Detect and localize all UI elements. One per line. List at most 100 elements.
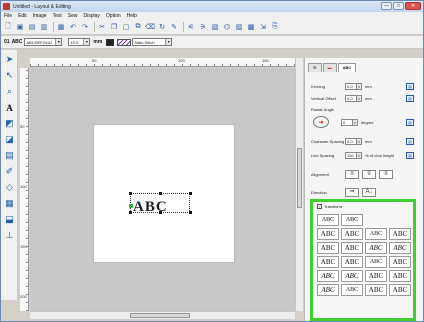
select-arrow-icon[interactable]: ➤ <box>3 53 16 66</box>
menu-sew[interactable]: Sew <box>68 13 78 19</box>
menu-display[interactable]: Display <box>84 13 100 19</box>
menu-image[interactable]: Image <box>33 13 47 19</box>
image-icon[interactable]: ▧ <box>210 22 220 32</box>
transform-toggle[interactable]: ✓ Transform <box>317 204 342 209</box>
save-file-icon[interactable]: ▤ <box>27 22 37 32</box>
transform-option-compress[interactable]: ABC <box>317 242 339 254</box>
menu-option[interactable]: Option <box>106 13 121 19</box>
import-tool-icon[interactable]: ⬓ <box>3 213 16 226</box>
open-file-icon[interactable]: ▣ <box>15 22 25 32</box>
cut-icon[interactable]: ✂ <box>97 22 107 32</box>
outline-tool-icon[interactable]: ◪ <box>3 133 16 146</box>
transform-option-rise[interactable]: ABC <box>317 270 339 282</box>
rotate-angle-input[interactable]: 0 <box>341 118 353 126</box>
user-tool-icon[interactable]: ⊥ <box>3 229 16 242</box>
line-spacing-apply-icon[interactable]: ▤ <box>406 152 414 159</box>
shape-tool-icon[interactable]: ◩ <box>3 117 16 130</box>
duplicate-icon[interactable]: ⧉ <box>133 22 143 32</box>
kerning-apply-icon[interactable]: ▤ <box>406 83 414 90</box>
transform-option-pinch[interactable]: ABC <box>365 256 387 268</box>
transform-option-contract[interactable]: ABC <box>389 284 411 296</box>
resize-handle[interactable] <box>129 192 132 195</box>
menu-text[interactable]: Text <box>53 13 62 19</box>
paste-icon[interactable]: ▢ <box>121 22 131 32</box>
transform-option-fall[interactable]: ABC <box>341 270 363 282</box>
transform-option-slant[interactable]: ABC <box>365 242 387 254</box>
size-select[interactable]: 10.0 ▾ <box>68 38 91 46</box>
brush-icon[interactable]: ✎ <box>169 22 179 32</box>
transform-option-boxed[interactable]: ABC <box>341 228 363 240</box>
color-swatch-icon[interactable] <box>106 38 115 46</box>
line-spacing-input[interactable]: 100 <box>345 152 357 159</box>
transform-option-wave[interactable]: ABC <box>365 228 387 240</box>
eraser-tool-icon[interactable]: ◇ <box>3 181 16 194</box>
vertical-scroll-thumb[interactable] <box>297 148 302 208</box>
char-spacing-stepper[interactable]: ⇕ <box>357 138 362 145</box>
print-icon[interactable]: ▦ <box>56 22 66 32</box>
line-spacing-stepper[interactable]: ⇕ <box>357 152 362 159</box>
menu-file[interactable]: File <box>4 13 12 19</box>
transform-option-flag[interactable]: ABC <box>365 270 387 282</box>
redo-icon[interactable]: ↷ <box>80 22 90 32</box>
wizard-icon[interactable]: ⌬ <box>222 22 232 32</box>
transform-option-expand[interactable]: ABC <box>365 284 387 296</box>
direction-vertical-icon[interactable]: A↓ <box>362 188 376 197</box>
transform-option-stretch[interactable]: ABC <box>341 242 363 254</box>
transform-checkbox[interactable]: ✓ <box>317 204 322 209</box>
maximize-button[interactable]: □ <box>393 2 404 10</box>
stamp-tool-icon[interactable]: ▤ <box>3 149 16 162</box>
grid-tool-icon[interactable]: ▦ <box>3 197 16 210</box>
grid-icon[interactable]: ▩ <box>246 22 256 32</box>
tab-text-attributes[interactable]: ABC <box>337 63 357 72</box>
transform-option-skew[interactable]: ABC <box>317 284 339 296</box>
stitch-icon[interactable]: ⚟ <box>186 22 196 32</box>
transform-option-normal[interactable]: ABC <box>317 228 339 240</box>
card-icon[interactable]: ⎘ <box>270 22 280 32</box>
char-spacing-input[interactable]: 0.0 <box>345 138 357 145</box>
vertical-offset-input[interactable]: 0.0 <box>345 95 357 102</box>
menu-edit[interactable]: Edit <box>18 13 27 19</box>
transform-option-square[interactable]: ABC <box>317 256 339 268</box>
view-icon[interactable]: ▨ <box>234 22 244 32</box>
stitch-select[interactable]: Satin Stitch ▾ <box>132 38 173 46</box>
design-canvas[interactable]: ABC <box>30 68 295 311</box>
text-tool-icon[interactable]: A <box>3 101 16 114</box>
resize-handle[interactable] <box>159 192 162 195</box>
resize-handle[interactable] <box>189 192 192 195</box>
transform-option-arch-reverse[interactable]: ABC <box>341 214 363 226</box>
kerning-input[interactable]: 0.0 <box>345 83 357 90</box>
transfer-icon[interactable]: ⇲ <box>258 22 268 32</box>
horizontal-scrollbar[interactable] <box>30 311 295 319</box>
vertical-scrollbar[interactable] <box>295 58 303 311</box>
transform-option-arch[interactable]: ABC <box>317 214 339 226</box>
font-select[interactable]: ABCDEFGHIJ ▾ <box>24 38 63 46</box>
design-text-object[interactable]: ABC <box>133 199 168 216</box>
minimize-button[interactable]: — <box>381 2 392 10</box>
char-spacing-apply-icon[interactable]: ▤ <box>406 138 414 145</box>
copy-icon[interactable]: ❐ <box>109 22 119 32</box>
transform-option-taper[interactable]: ABC <box>389 256 411 268</box>
point-edit-icon[interactable]: ↖ <box>3 69 16 82</box>
close-button[interactable]: ✕ <box>405 2 421 10</box>
rotate-angle-stepper[interactable]: ⇕ <box>353 118 358 126</box>
transform-option-bulge[interactable]: ABC <box>341 256 363 268</box>
align-left-icon[interactable]: ≡ <box>345 170 359 179</box>
horizontal-scroll-thumb[interactable] <box>130 313 190 318</box>
direction-horizontal-icon[interactable]: ⇒ <box>345 188 359 197</box>
align-right-icon[interactable]: ≡ <box>379 170 393 179</box>
delete-icon[interactable]: ⌫ <box>145 22 155 32</box>
tab-sewing-attributes[interactable]: ☰ <box>308 63 322 72</box>
align-center-icon[interactable]: ≡ <box>362 170 376 179</box>
transform-option-curve[interactable]: ABC <box>341 284 363 296</box>
undo-icon[interactable]: ↶ <box>68 22 78 32</box>
menu-help[interactable]: Help <box>127 13 137 19</box>
transform-option-perspective[interactable]: ABC <box>389 270 411 282</box>
transform-option-plain[interactable]: ABC <box>389 228 411 240</box>
resize-handle[interactable] <box>129 211 132 214</box>
save-as-icon[interactable]: ▥ <box>39 22 49 32</box>
rotate-icon[interactable]: ↻ <box>157 22 167 32</box>
rotate-apply-icon[interactable]: ▤ <box>406 119 414 126</box>
rotate-dial-icon[interactable]: ➜ <box>313 116 329 128</box>
design-page[interactable]: ABC <box>93 124 235 263</box>
zoom-icon[interactable]: ⌕ <box>3 85 16 98</box>
